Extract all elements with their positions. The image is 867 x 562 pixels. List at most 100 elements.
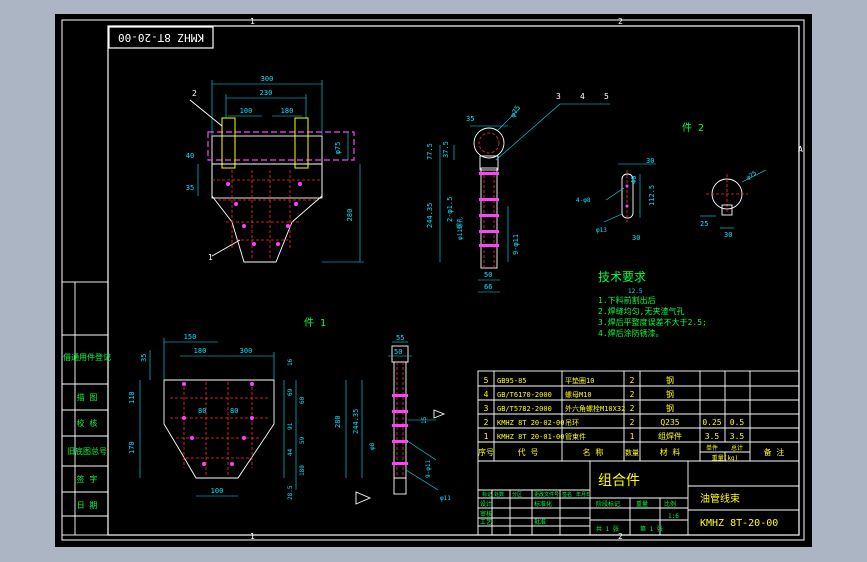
- dim-28-5: 28.5: [287, 485, 294, 500]
- callout-3: 3: [556, 92, 561, 101]
- tb-scale-value: 1:6: [668, 513, 679, 520]
- tb-sheet-count: 共 1 张: [596, 525, 619, 533]
- tb-count: 处数: [494, 491, 504, 498]
- dim-50-e: 50: [394, 348, 402, 356]
- tech-req-item-1: 1.下料前割出后: [598, 295, 656, 305]
- zone-marker-bottom-2: 2: [618, 532, 623, 541]
- dim-80-a: 80: [198, 407, 206, 415]
- tb-sheet-number: 第 1 张: [640, 525, 663, 533]
- label-check: 校 核: [77, 418, 98, 428]
- callout-2: 2: [192, 89, 197, 98]
- dim-110: 110: [128, 391, 136, 404]
- tb-approve: 批准: [534, 518, 546, 526]
- label-signature: 签 字: [77, 474, 98, 484]
- dim-37-5: 37.5: [442, 141, 450, 158]
- bom-row-3-material: 钢: [666, 403, 674, 413]
- bom-header-qty: 数量: [625, 448, 639, 457]
- bom-row-3-seq: 3: [484, 404, 489, 413]
- bom-row-3-qty: 2: [630, 404, 635, 413]
- dim-180-d: 180: [194, 347, 207, 355]
- tb-review: 审核: [480, 510, 492, 518]
- bom-row-1-qty: 2: [630, 376, 635, 385]
- bom-row-1-name: 平垫圈10: [565, 376, 594, 385]
- bom-row-1-code: GB95-85: [497, 377, 527, 385]
- label-registration: 借通用件登记: [63, 352, 111, 362]
- dim-phi13: φ13: [596, 227, 607, 234]
- bom-row-2-material: 钢: [666, 389, 674, 399]
- bom-row-4-seq: 2: [484, 418, 489, 427]
- dim-180: 180: [281, 107, 294, 115]
- dim-280-e: 280: [334, 415, 342, 428]
- dim-40-c: 40: [630, 176, 638, 184]
- dim-4-phi8: 4-φ8: [576, 197, 591, 204]
- bom-row-5-qty: 1: [630, 432, 635, 441]
- dim-35-d: 35: [140, 354, 148, 362]
- tech-req-title: 技术要求: [598, 270, 646, 284]
- callout-5: 5: [604, 92, 609, 101]
- callout-1: 1: [208, 253, 213, 262]
- dim-16: 16: [287, 358, 294, 366]
- dim-30-c: 30: [646, 157, 654, 165]
- bom-row-1-seq: 5: [484, 376, 489, 385]
- dim-60: 60: [299, 396, 306, 404]
- dim-phi11-e: φ11: [440, 495, 451, 502]
- tb-zone: 分区: [512, 491, 522, 498]
- bom-header-seq: 序号: [478, 447, 494, 457]
- zone-marker-bottom-1: 1: [250, 532, 255, 541]
- label-part1: 件 1: [304, 317, 326, 329]
- bom-row-2-qty: 2: [630, 390, 635, 399]
- tb-date: 年月日: [576, 491, 591, 498]
- dim-180-v: 180: [299, 465, 306, 476]
- bom-row-2-name: 螺母M10: [565, 390, 592, 399]
- drawing-sheet: [55, 14, 812, 547]
- tb-process: 工艺: [480, 518, 492, 526]
- bom-row-4-material: Q235: [660, 418, 679, 427]
- dim-300-d: 300: [240, 347, 253, 355]
- dim-77-5: 77.5: [426, 143, 434, 160]
- dim-150: 150: [184, 333, 197, 341]
- dim-170: 170: [128, 441, 136, 454]
- dim-9-phi11-e: 9-φ11: [425, 460, 432, 478]
- dim-91: 91: [287, 422, 294, 430]
- bom-row-4-name: 吊环: [565, 419, 579, 427]
- dim-244-35-e: 244.35: [352, 409, 360, 434]
- tb-design: 设计: [480, 500, 492, 508]
- bom-row-5-seq: 1: [484, 432, 489, 441]
- dim-phi75: φ75: [334, 142, 342, 155]
- dim-30-c3: 30: [724, 231, 732, 239]
- bom-row-5-total: 3.5: [730, 432, 745, 441]
- bom-row-5-material: 组焊件: [658, 431, 682, 441]
- cad-drawing: 1 2 1 2 A KMHZ 8T-20-00 借通用件登记 描 图 校 核 旧…: [55, 14, 812, 547]
- dim-55: 55: [396, 334, 404, 342]
- dim-300: 300: [261, 75, 274, 83]
- tb-standardization: 标准化: [534, 500, 552, 508]
- bom-header-unit: 单件: [706, 444, 718, 452]
- bom-row-4-code: KMHZ 8T 20-02-00: [497, 419, 564, 427]
- zone-marker-top-2: 2: [618, 17, 623, 26]
- dim-35-b: 35: [466, 115, 474, 123]
- bom-header-material: 材 料: [660, 447, 681, 457]
- dim-50-b: 50: [484, 271, 492, 279]
- dim-100: 100: [240, 107, 253, 115]
- tb-assembly-name: 组合件: [598, 473, 640, 489]
- tb-part-name: 油管线束: [700, 492, 740, 505]
- bom-header-note: 备 注: [764, 447, 785, 457]
- callout-4: 4: [580, 92, 585, 101]
- label-trace: 描 图: [77, 392, 98, 402]
- dim-112-5: 112.5: [648, 185, 656, 206]
- bom-row-5-unit: 3.5: [705, 432, 720, 441]
- tech-req-item-2: 2.焊缝均匀,无夹渣气孔: [598, 306, 684, 316]
- bom-row-4-unit: 0.25: [702, 418, 721, 427]
- tb-mark: 标记: [482, 491, 492, 498]
- bom-header-code: 代 号: [518, 447, 539, 457]
- dim-80-b: 80: [230, 407, 238, 415]
- dim-35: 35: [186, 184, 194, 192]
- tb-signature: 签名: [562, 491, 572, 498]
- zone-marker-right-a: A: [798, 145, 803, 154]
- tech-req-item-4: 4.焊后涂防锈漆。: [598, 328, 664, 338]
- dim-100-d: 100: [211, 487, 224, 495]
- dim-phi11-hole: φ11螺孔: [456, 217, 464, 240]
- tb-scale: 比例: [664, 500, 676, 508]
- dim-30-c2: 30: [632, 234, 640, 242]
- label-old-drawing-no: 旧底图总号: [67, 446, 107, 456]
